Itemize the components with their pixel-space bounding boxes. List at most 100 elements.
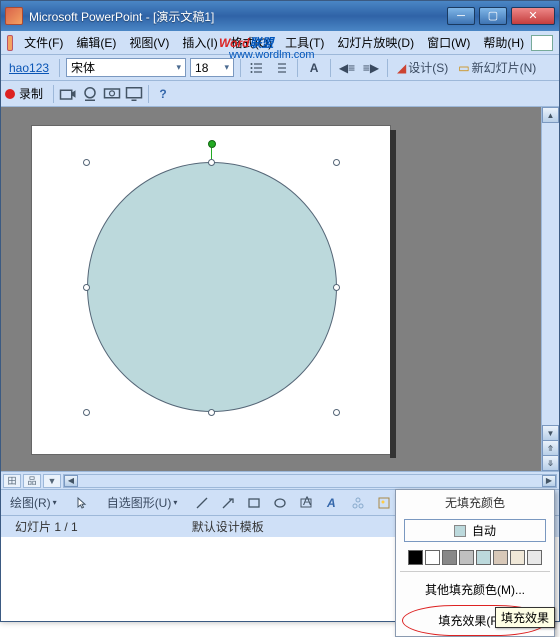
decrease-indent-icon[interactable]: ◀≡ (337, 58, 357, 78)
resize-handle-se[interactable] (333, 409, 340, 416)
svg-text:A: A (326, 496, 336, 510)
rotation-handle[interactable] (208, 140, 216, 148)
horizontal-scrollbar[interactable]: ◀ ▶ (63, 474, 557, 488)
window-buttons: ─ ▢ ✕ (447, 7, 555, 25)
color-swatch[interactable] (442, 550, 457, 565)
close-button[interactable]: ✕ (511, 7, 555, 25)
scroll-down-icon[interactable]: ▼ (542, 425, 559, 441)
newslide-button[interactable]: ▭新幻灯片(N) (455, 58, 539, 78)
menu-view[interactable]: 视图(V) (123, 31, 175, 54)
wordart-icon[interactable]: A (320, 493, 344, 513)
maximize-button[interactable]: ▢ (479, 7, 507, 25)
separator (240, 59, 241, 77)
arrow-icon[interactable] (216, 493, 240, 513)
rectangle-icon[interactable] (242, 493, 266, 513)
numbering-icon[interactable] (271, 58, 291, 78)
resize-handle-ne[interactable] (333, 159, 340, 166)
system-menu-icon[interactable] (7, 35, 13, 51)
separator (400, 571, 550, 572)
resize-handle-e[interactable] (333, 284, 340, 291)
textbox-icon[interactable]: A (294, 493, 318, 513)
menu-edit[interactable]: 编辑(E) (70, 31, 122, 54)
separator (53, 85, 54, 103)
menu-format[interactable]: 格式(O) (225, 31, 278, 54)
select-arrow-icon[interactable] (70, 493, 94, 513)
design-label: 设计(S) (408, 59, 448, 76)
minimize-button[interactable]: ─ (447, 7, 475, 25)
camera-icon[interactable] (58, 84, 78, 104)
color-swatch[interactable] (527, 550, 542, 565)
formatting-toolbar: hao123 宋体▾ 18▾ A ◀≡ ≡▶ ◢设计(S) ▭新幻灯片(N) (1, 55, 559, 81)
newslide-label: 新幻灯片(N) (472, 59, 537, 76)
fontsize-combo[interactable]: 18▾ (190, 58, 234, 77)
monitor-icon[interactable] (124, 84, 144, 104)
app-logo-icon (5, 7, 23, 25)
normal-view-icon[interactable]: 田 (3, 474, 21, 488)
line-icon[interactable] (190, 493, 214, 513)
no-fill-item[interactable]: 无填充颜色 (396, 490, 554, 515)
increase-indent-icon[interactable]: ≡▶ (361, 58, 381, 78)
separator (148, 85, 149, 103)
menu-tools[interactable]: 工具(T) (279, 31, 330, 54)
view-bar: 田 品 ▼ ◀ ▶ (1, 471, 559, 489)
sorter-view-icon[interactable]: 品 (23, 474, 41, 488)
next-slide-icon[interactable]: ⤋ (542, 455, 559, 471)
color-swatch[interactable] (476, 550, 491, 565)
help-search-input[interactable] (531, 35, 553, 51)
app-window: Microsoft PowerPoint - [演示文稿1] ─ ▢ ✕ 文件(… (0, 0, 560, 622)
resize-handle-sw[interactable] (83, 409, 90, 416)
help-icon[interactable]: ? (153, 84, 173, 104)
slide-shadow (390, 130, 396, 458)
resize-handle-n[interactable] (208, 159, 215, 166)
color-swatch[interactable] (425, 550, 440, 565)
diagram-icon[interactable] (346, 493, 370, 513)
separator (330, 59, 331, 77)
clipart-icon[interactable] (372, 493, 396, 513)
slideshow-view-icon[interactable]: ▼ (43, 474, 61, 488)
auto-swatch-icon (454, 525, 466, 537)
scroll-right-icon[interactable]: ▶ (542, 475, 556, 487)
auto-fill-item[interactable]: 自动 (396, 515, 554, 546)
slide-editor[interactable]: ▲ ▼ ⤊ ⤋ (1, 107, 559, 471)
oval-shape[interactable] (87, 162, 337, 412)
font-value: 宋体 (71, 59, 95, 76)
scroll-up-icon[interactable]: ▲ (542, 107, 559, 123)
menu-help[interactable]: 帮助(H) (477, 31, 530, 54)
hao123-link[interactable]: hao123 (5, 61, 53, 75)
webcam-icon[interactable] (80, 84, 100, 104)
slide (31, 125, 391, 455)
record-label[interactable]: 录制 (19, 85, 43, 102)
scroll-left-icon[interactable]: ◀ (64, 475, 78, 487)
menu-file[interactable]: 文件(F) (18, 31, 69, 54)
fontsize-value: 18 (195, 61, 208, 75)
increase-font-icon[interactable]: A (304, 58, 324, 78)
bullets-icon[interactable] (247, 58, 267, 78)
separator (59, 59, 60, 77)
resize-handle-s[interactable] (208, 409, 215, 416)
color-swatch[interactable] (408, 550, 423, 565)
resize-handle-w[interactable] (83, 284, 90, 291)
design-button[interactable]: ◢设计(S) (394, 58, 451, 78)
projector-icon[interactable] (102, 84, 122, 104)
svg-text:A: A (303, 496, 311, 508)
draw-menu-button[interactable]: 绘图(R) (5, 493, 62, 513)
vertical-scrollbar[interactable]: ▲ ▼ ⤊ ⤋ (541, 107, 559, 471)
oval-icon[interactable] (268, 493, 292, 513)
menu-insert[interactable]: 插入(I) (176, 31, 223, 54)
menu-slideshow[interactable]: 幻灯片放映(D) (331, 31, 420, 54)
record-dot-icon (5, 89, 15, 99)
autoshapes-button[interactable]: 自选图形(U) (102, 493, 183, 513)
separator (297, 59, 298, 77)
template-name: 默认设计模板 (186, 518, 270, 535)
color-swatch[interactable] (493, 550, 508, 565)
color-swatch[interactable] (510, 550, 525, 565)
font-combo[interactable]: 宋体▾ (66, 58, 186, 77)
color-swatches (396, 546, 554, 569)
more-colors-item[interactable]: 其他填充颜色(M)... (396, 574, 554, 605)
resize-handle-nw[interactable] (83, 159, 90, 166)
scroll-track[interactable] (542, 123, 559, 423)
menu-window[interactable]: 窗口(W) (421, 31, 476, 54)
menubar: 文件(F) 编辑(E) 视图(V) 插入(I) 格式(O) 工具(T) 幻灯片放… (1, 31, 559, 55)
prev-slide-icon[interactable]: ⤊ (542, 440, 559, 456)
color-swatch[interactable] (459, 550, 474, 565)
